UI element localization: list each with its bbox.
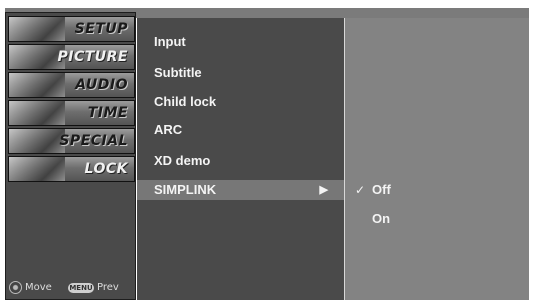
menu-key-icon: MENU [68,283,94,293]
tab-label: LOCK [84,161,128,177]
menu-item-child-lock[interactable]: Child lock [154,92,216,112]
tab-time[interactable]: TIME [8,100,135,126]
option-label: On [372,211,391,226]
menu-item-arc[interactable]: ARC [154,120,182,140]
lock-icon [9,157,65,181]
checkmark-icon: ✓ [355,183,366,197]
tab-setup[interactable]: SETUP [8,16,135,42]
tab-picture[interactable]: PICTURE [8,44,135,70]
menu-item-label: SIMPLINK [154,182,217,197]
menu-item-label: Child lock [154,94,217,109]
options-panel: ✓ Off On [344,18,529,300]
tab-audio[interactable]: AUDIO [8,72,135,98]
navigation-hint: Move MENU Prev [6,281,135,295]
menu-item-label: XD demo [154,153,211,168]
main-menu-sidebar: SETUP PICTURE AUDIO TIME SPECIAL LOCK Mo… [5,12,136,300]
tab-lock[interactable]: LOCK [8,156,135,182]
special-icon [9,129,65,153]
menu-item-subtitle[interactable]: Subtitle [154,63,202,83]
tab-label: TIME [87,105,128,121]
tab-label: SETUP [74,21,128,37]
audio-icon [9,73,65,97]
menu-item-label: ARC [154,122,183,137]
menu-item-label: Input [154,34,186,49]
option-on[interactable]: On [372,209,390,229]
submenu-panel: Input Subtitle Child lock ARC XD demo SI… [137,18,344,300]
tab-label: AUDIO [75,77,128,93]
time-icon [9,101,65,125]
prev-hint-label: Prev [97,282,119,293]
menu-item-simplink[interactable]: SIMPLINK ▶ [137,180,344,200]
option-off[interactable]: Off [372,180,391,200]
tab-label: SPECIAL [59,133,128,149]
submenu-arrow-icon: ▶ [319,184,328,196]
osd-menu: SETUP PICTURE AUDIO TIME SPECIAL LOCK Mo… [0,0,534,300]
option-label: Off [372,182,391,197]
tab-label: PICTURE [57,49,128,65]
menu-item-label: Subtitle [154,65,202,80]
setup-icon [9,17,65,41]
tab-special[interactable]: SPECIAL [8,128,135,154]
menu-item-xd-demo[interactable]: XD demo [154,151,210,171]
menu-item-input[interactable]: Input [154,32,186,52]
move-hint-label: Move [25,282,52,293]
dpad-icon [9,281,22,294]
